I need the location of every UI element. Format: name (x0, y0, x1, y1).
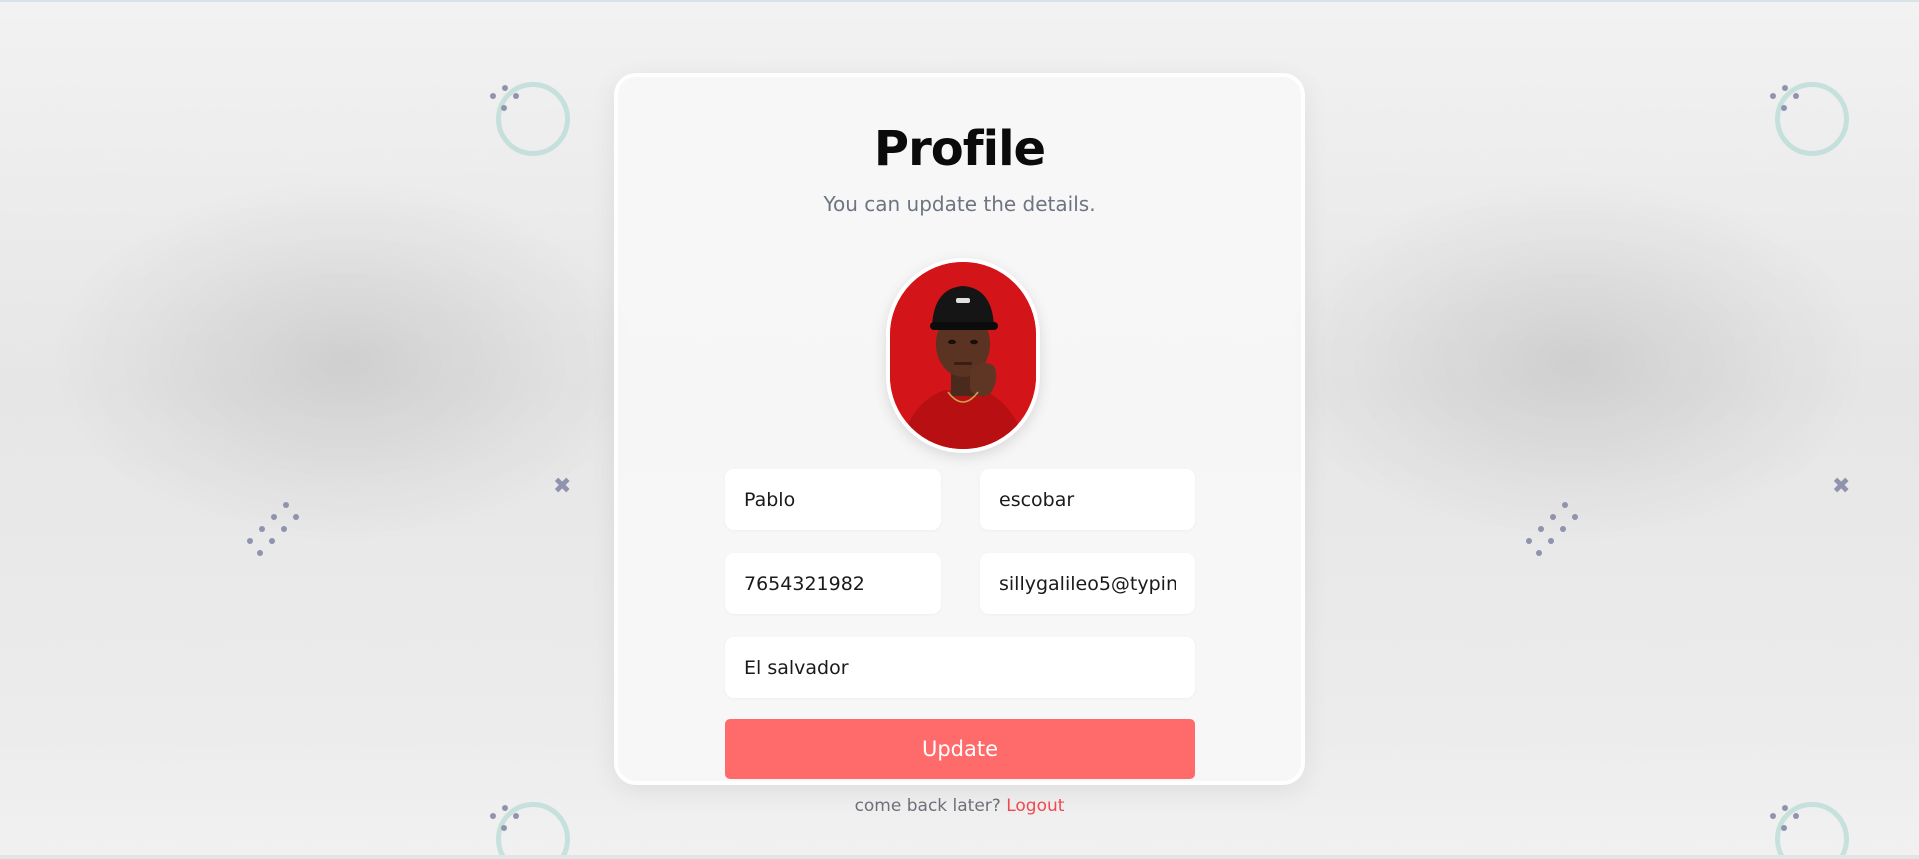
country-input[interactable] (725, 637, 1195, 698)
first-name-input[interactable] (725, 469, 941, 530)
dot (1538, 526, 1544, 532)
update-button[interactable]: Update (725, 719, 1195, 779)
dot-cluster-decoration (490, 85, 520, 115)
dot (271, 514, 277, 520)
dot (257, 550, 263, 556)
x-mark-icon: ✖ (1832, 474, 1851, 499)
dot (513, 93, 519, 99)
email-input[interactable] (980, 553, 1195, 614)
bottom-border (0, 855, 1919, 859)
avatar[interactable] (886, 258, 1040, 453)
dot-cluster-decoration (1770, 85, 1800, 115)
dot-cluster-decoration (1522, 502, 1582, 562)
dot (1560, 526, 1566, 532)
dot (1782, 85, 1788, 91)
dot (1781, 105, 1787, 111)
dot (501, 825, 507, 831)
dot (1548, 538, 1554, 544)
dot-cluster-decoration (243, 502, 303, 562)
dot (1562, 502, 1568, 508)
page-title: Profile (873, 121, 1046, 177)
phone-input[interactable] (725, 553, 941, 614)
dot (281, 526, 287, 532)
page-subtitle: You can update the details. (823, 192, 1096, 216)
dot (1770, 93, 1776, 99)
avatar-photo-icon (890, 262, 1036, 449)
x-mark-icon: ✖ (553, 474, 572, 499)
last-name-input[interactable] (980, 469, 1195, 530)
dot (1526, 538, 1532, 544)
logout-link[interactable]: Logout (1006, 796, 1064, 816)
footer-text: come back later? Logout (0, 796, 1919, 816)
dot (259, 526, 265, 532)
dot (1793, 93, 1799, 99)
dot (1572, 514, 1578, 520)
dot (490, 93, 496, 99)
dot (1550, 514, 1556, 520)
dot (269, 538, 275, 544)
dot (501, 105, 507, 111)
dot (293, 514, 299, 520)
dot (283, 502, 289, 508)
top-border (0, 0, 1919, 2)
footer-prompt: come back later? (854, 796, 1007, 816)
dot (502, 85, 508, 91)
profile-card: Profile You can update the details. Pabl… (614, 73, 1305, 785)
dot (1781, 825, 1787, 831)
dot (1536, 550, 1542, 556)
dot (247, 538, 253, 544)
